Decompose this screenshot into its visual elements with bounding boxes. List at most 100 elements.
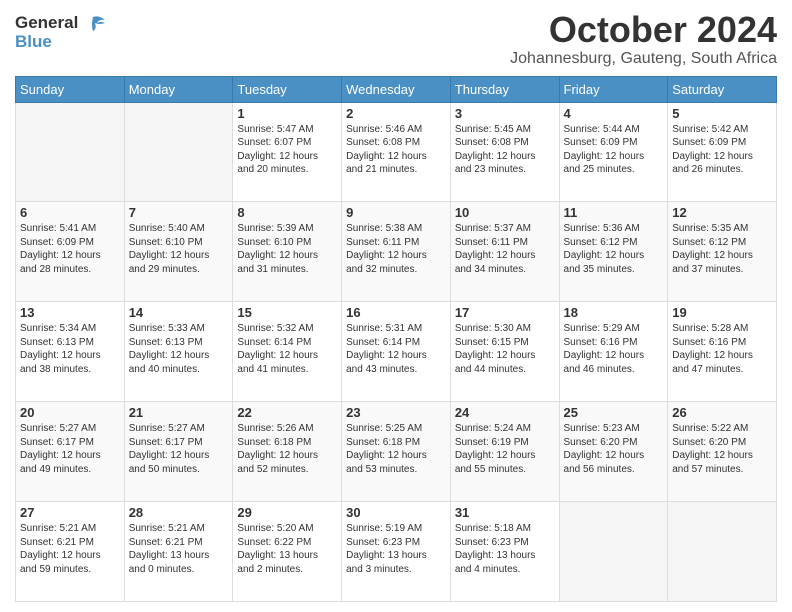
- day-info: Sunrise: 5:32 AM Sunset: 6:14 PM Dayligh…: [237, 322, 337, 376]
- calendar-day-cell: 23 Sunrise: 5:25 AM Sunset: 6:18 PM Dayli…: [342, 402, 451, 502]
- day-info: Sunrise: 5:42 AM Sunset: 6:09 PM Dayligh…: [672, 123, 772, 177]
- day-number: 6: [20, 205, 120, 220]
- day-number: 26: [672, 405, 772, 420]
- calendar-day-cell: 11Sunrise: 5:36 AM Sunset: 6:12 PM Dayli…: [559, 202, 668, 302]
- day-number: 1: [237, 106, 337, 121]
- calendar-day-cell: 30 Sunrise: 5:19 AM Sunset: 6:23 PM Dayli…: [342, 502, 451, 602]
- day-number: 8: [237, 205, 337, 220]
- day-number: 31: [455, 505, 555, 520]
- day-info: Sunrise: 5:27 AM Sunset: 6:17 PM Dayligh…: [129, 422, 229, 476]
- calendar-day-cell: 14 Sunrise: 5:33 AM Sunset: 6:13 PM Dayli…: [124, 302, 233, 402]
- day-of-week-header: Sunday: [16, 76, 125, 102]
- day-info: Sunrise: 5:27 AM Sunset: 6:17 PM Dayligh…: [20, 422, 120, 476]
- calendar-week-row: 1 Sunrise: 5:47 AM Sunset: 6:07 PM Daylig…: [16, 102, 777, 202]
- day-of-week-header: Wednesday: [342, 76, 451, 102]
- calendar-day-cell: 24Sunrise: 5:24 AM Sunset: 6:19 PM Dayli…: [450, 402, 559, 502]
- header: General Blue October 2024 Johannesburg, …: [15, 10, 777, 68]
- day-info: Sunrise: 5:45 AM Sunset: 6:08 PM Dayligh…: [455, 123, 555, 177]
- calendar-day-cell: 26 Sunrise: 5:22 AM Sunset: 6:20 PM Dayli…: [668, 402, 777, 502]
- day-info: Sunrise: 5:28 AM Sunset: 6:16 PM Dayligh…: [672, 322, 772, 376]
- calendar-day-cell: 1 Sunrise: 5:47 AM Sunset: 6:07 PM Daylig…: [233, 102, 342, 202]
- day-info: Sunrise: 5:47 AM Sunset: 6:07 PM Dayligh…: [237, 123, 337, 177]
- day-info: Sunrise: 5:33 AM Sunset: 6:13 PM Dayligh…: [129, 322, 229, 376]
- day-number: 9: [346, 205, 446, 220]
- day-info: Sunrise: 5:39 AM Sunset: 6:10 PM Dayligh…: [237, 222, 337, 276]
- calendar-day-cell: 4Sunrise: 5:44 AM Sunset: 6:09 PM Daylig…: [559, 102, 668, 202]
- day-number: 12: [672, 205, 772, 220]
- day-info: Sunrise: 5:37 AM Sunset: 6:11 PM Dayligh…: [455, 222, 555, 276]
- calendar-day-cell: 7 Sunrise: 5:40 AM Sunset: 6:10 PM Daylig…: [124, 202, 233, 302]
- day-info: Sunrise: 5:34 AM Sunset: 6:13 PM Dayligh…: [20, 322, 120, 376]
- calendar-day-cell: [559, 502, 668, 602]
- day-number: 23: [346, 405, 446, 420]
- calendar-day-cell: 25Sunrise: 5:23 AM Sunset: 6:20 PM Dayli…: [559, 402, 668, 502]
- day-number: 30: [346, 505, 446, 520]
- calendar-day-cell: 28 Sunrise: 5:21 AM Sunset: 6:21 PM Dayli…: [124, 502, 233, 602]
- calendar-header-row: SundayMondayTuesdayWednesdayThursdayFrid…: [16, 76, 777, 102]
- calendar-day-cell: [124, 102, 233, 202]
- day-of-week-header: Monday: [124, 76, 233, 102]
- day-number: 3: [455, 106, 555, 121]
- day-number: 14: [129, 305, 229, 320]
- day-number: 22: [237, 405, 337, 420]
- day-info: Sunrise: 5:30 AM Sunset: 6:15 PM Dayligh…: [455, 322, 555, 376]
- logo-bird-icon: [85, 15, 107, 33]
- calendar-day-cell: 16 Sunrise: 5:31 AM Sunset: 6:14 PM Dayli…: [342, 302, 451, 402]
- day-info: Sunrise: 5:41 AM Sunset: 6:09 PM Dayligh…: [20, 222, 120, 276]
- location-title: Johannesburg, Gauteng, South Africa: [510, 50, 777, 68]
- calendar-day-cell: 31 Sunrise: 5:18 AM Sunset: 6:23 PM Dayli…: [450, 502, 559, 602]
- day-info: Sunrise: 5:25 AM Sunset: 6:18 PM Dayligh…: [346, 422, 446, 476]
- day-info: Sunrise: 5:21 AM Sunset: 6:21 PM Dayligh…: [20, 522, 120, 576]
- day-number: 18: [564, 305, 664, 320]
- calendar-day-cell: [16, 102, 125, 202]
- day-info: Sunrise: 5:19 AM Sunset: 6:23 PM Dayligh…: [346, 522, 446, 576]
- day-number: 13: [20, 305, 120, 320]
- day-number: 16: [346, 305, 446, 320]
- day-number: 27: [20, 505, 120, 520]
- day-number: 5: [672, 106, 772, 121]
- calendar: SundayMondayTuesdayWednesdayThursdayFrid…: [15, 76, 777, 602]
- day-info: Sunrise: 5:26 AM Sunset: 6:18 PM Dayligh…: [237, 422, 337, 476]
- day-number: 15: [237, 305, 337, 320]
- calendar-week-row: 20Sunrise: 5:27 AM Sunset: 6:17 PM Dayli…: [16, 402, 777, 502]
- calendar-day-cell: 9Sunrise: 5:38 AM Sunset: 6:11 PM Daylig…: [342, 202, 451, 302]
- day-info: Sunrise: 5:29 AM Sunset: 6:16 PM Dayligh…: [564, 322, 664, 376]
- day-of-week-header: Saturday: [668, 76, 777, 102]
- day-number: 2: [346, 106, 446, 121]
- page: General Blue October 2024 Johannesburg, …: [0, 0, 792, 612]
- day-info: Sunrise: 5:20 AM Sunset: 6:22 PM Dayligh…: [237, 522, 337, 576]
- day-number: 28: [129, 505, 229, 520]
- logo: General Blue: [15, 14, 107, 51]
- day-number: 10: [455, 205, 555, 220]
- day-info: Sunrise: 5:21 AM Sunset: 6:21 PM Dayligh…: [129, 522, 229, 576]
- day-number: 4: [564, 106, 664, 121]
- calendar-day-cell: 15 Sunrise: 5:32 AM Sunset: 6:14 PM Dayli…: [233, 302, 342, 402]
- calendar-day-cell: 20Sunrise: 5:27 AM Sunset: 6:17 PM Dayli…: [16, 402, 125, 502]
- calendar-day-cell: 27 Sunrise: 5:21 AM Sunset: 6:21 PM Dayli…: [16, 502, 125, 602]
- day-info: Sunrise: 5:22 AM Sunset: 6:20 PM Dayligh…: [672, 422, 772, 476]
- day-info: Sunrise: 5:40 AM Sunset: 6:10 PM Dayligh…: [129, 222, 229, 276]
- calendar-day-cell: 18 Sunrise: 5:29 AM Sunset: 6:16 PM Dayli…: [559, 302, 668, 402]
- calendar-day-cell: 10 Sunrise: 5:37 AM Sunset: 6:11 PM Dayli…: [450, 202, 559, 302]
- calendar-day-cell: 6 Sunrise: 5:41 AM Sunset: 6:09 PM Daylig…: [16, 202, 125, 302]
- calendar-day-cell: 29 Sunrise: 5:20 AM Sunset: 6:22 PM Dayli…: [233, 502, 342, 602]
- day-number: 24: [455, 405, 555, 420]
- day-info: Sunrise: 5:18 AM Sunset: 6:23 PM Dayligh…: [455, 522, 555, 576]
- day-info: Sunrise: 5:31 AM Sunset: 6:14 PM Dayligh…: [346, 322, 446, 376]
- day-number: 29: [237, 505, 337, 520]
- calendar-day-cell: 19 Sunrise: 5:28 AM Sunset: 6:16 PM Dayli…: [668, 302, 777, 402]
- calendar-day-cell: 13 Sunrise: 5:34 AM Sunset: 6:13 PM Dayli…: [16, 302, 125, 402]
- day-number: 19: [672, 305, 772, 320]
- day-of-week-header: Thursday: [450, 76, 559, 102]
- day-of-week-header: Friday: [559, 76, 668, 102]
- day-number: 25: [564, 405, 664, 420]
- calendar-day-cell: 17Sunrise: 5:30 AM Sunset: 6:15 PM Dayli…: [450, 302, 559, 402]
- day-info: Sunrise: 5:46 AM Sunset: 6:08 PM Dayligh…: [346, 123, 446, 177]
- day-info: Sunrise: 5:35 AM Sunset: 6:12 PM Dayligh…: [672, 222, 772, 276]
- day-number: 7: [129, 205, 229, 220]
- calendar-week-row: 6 Sunrise: 5:41 AM Sunset: 6:09 PM Daylig…: [16, 202, 777, 302]
- logo-text: General: [15, 14, 107, 33]
- calendar-day-cell: 2 Sunrise: 5:46 AM Sunset: 6:08 PM Daylig…: [342, 102, 451, 202]
- day-number: 11: [564, 205, 664, 220]
- calendar-day-cell: 8 Sunrise: 5:39 AM Sunset: 6:10 PM Daylig…: [233, 202, 342, 302]
